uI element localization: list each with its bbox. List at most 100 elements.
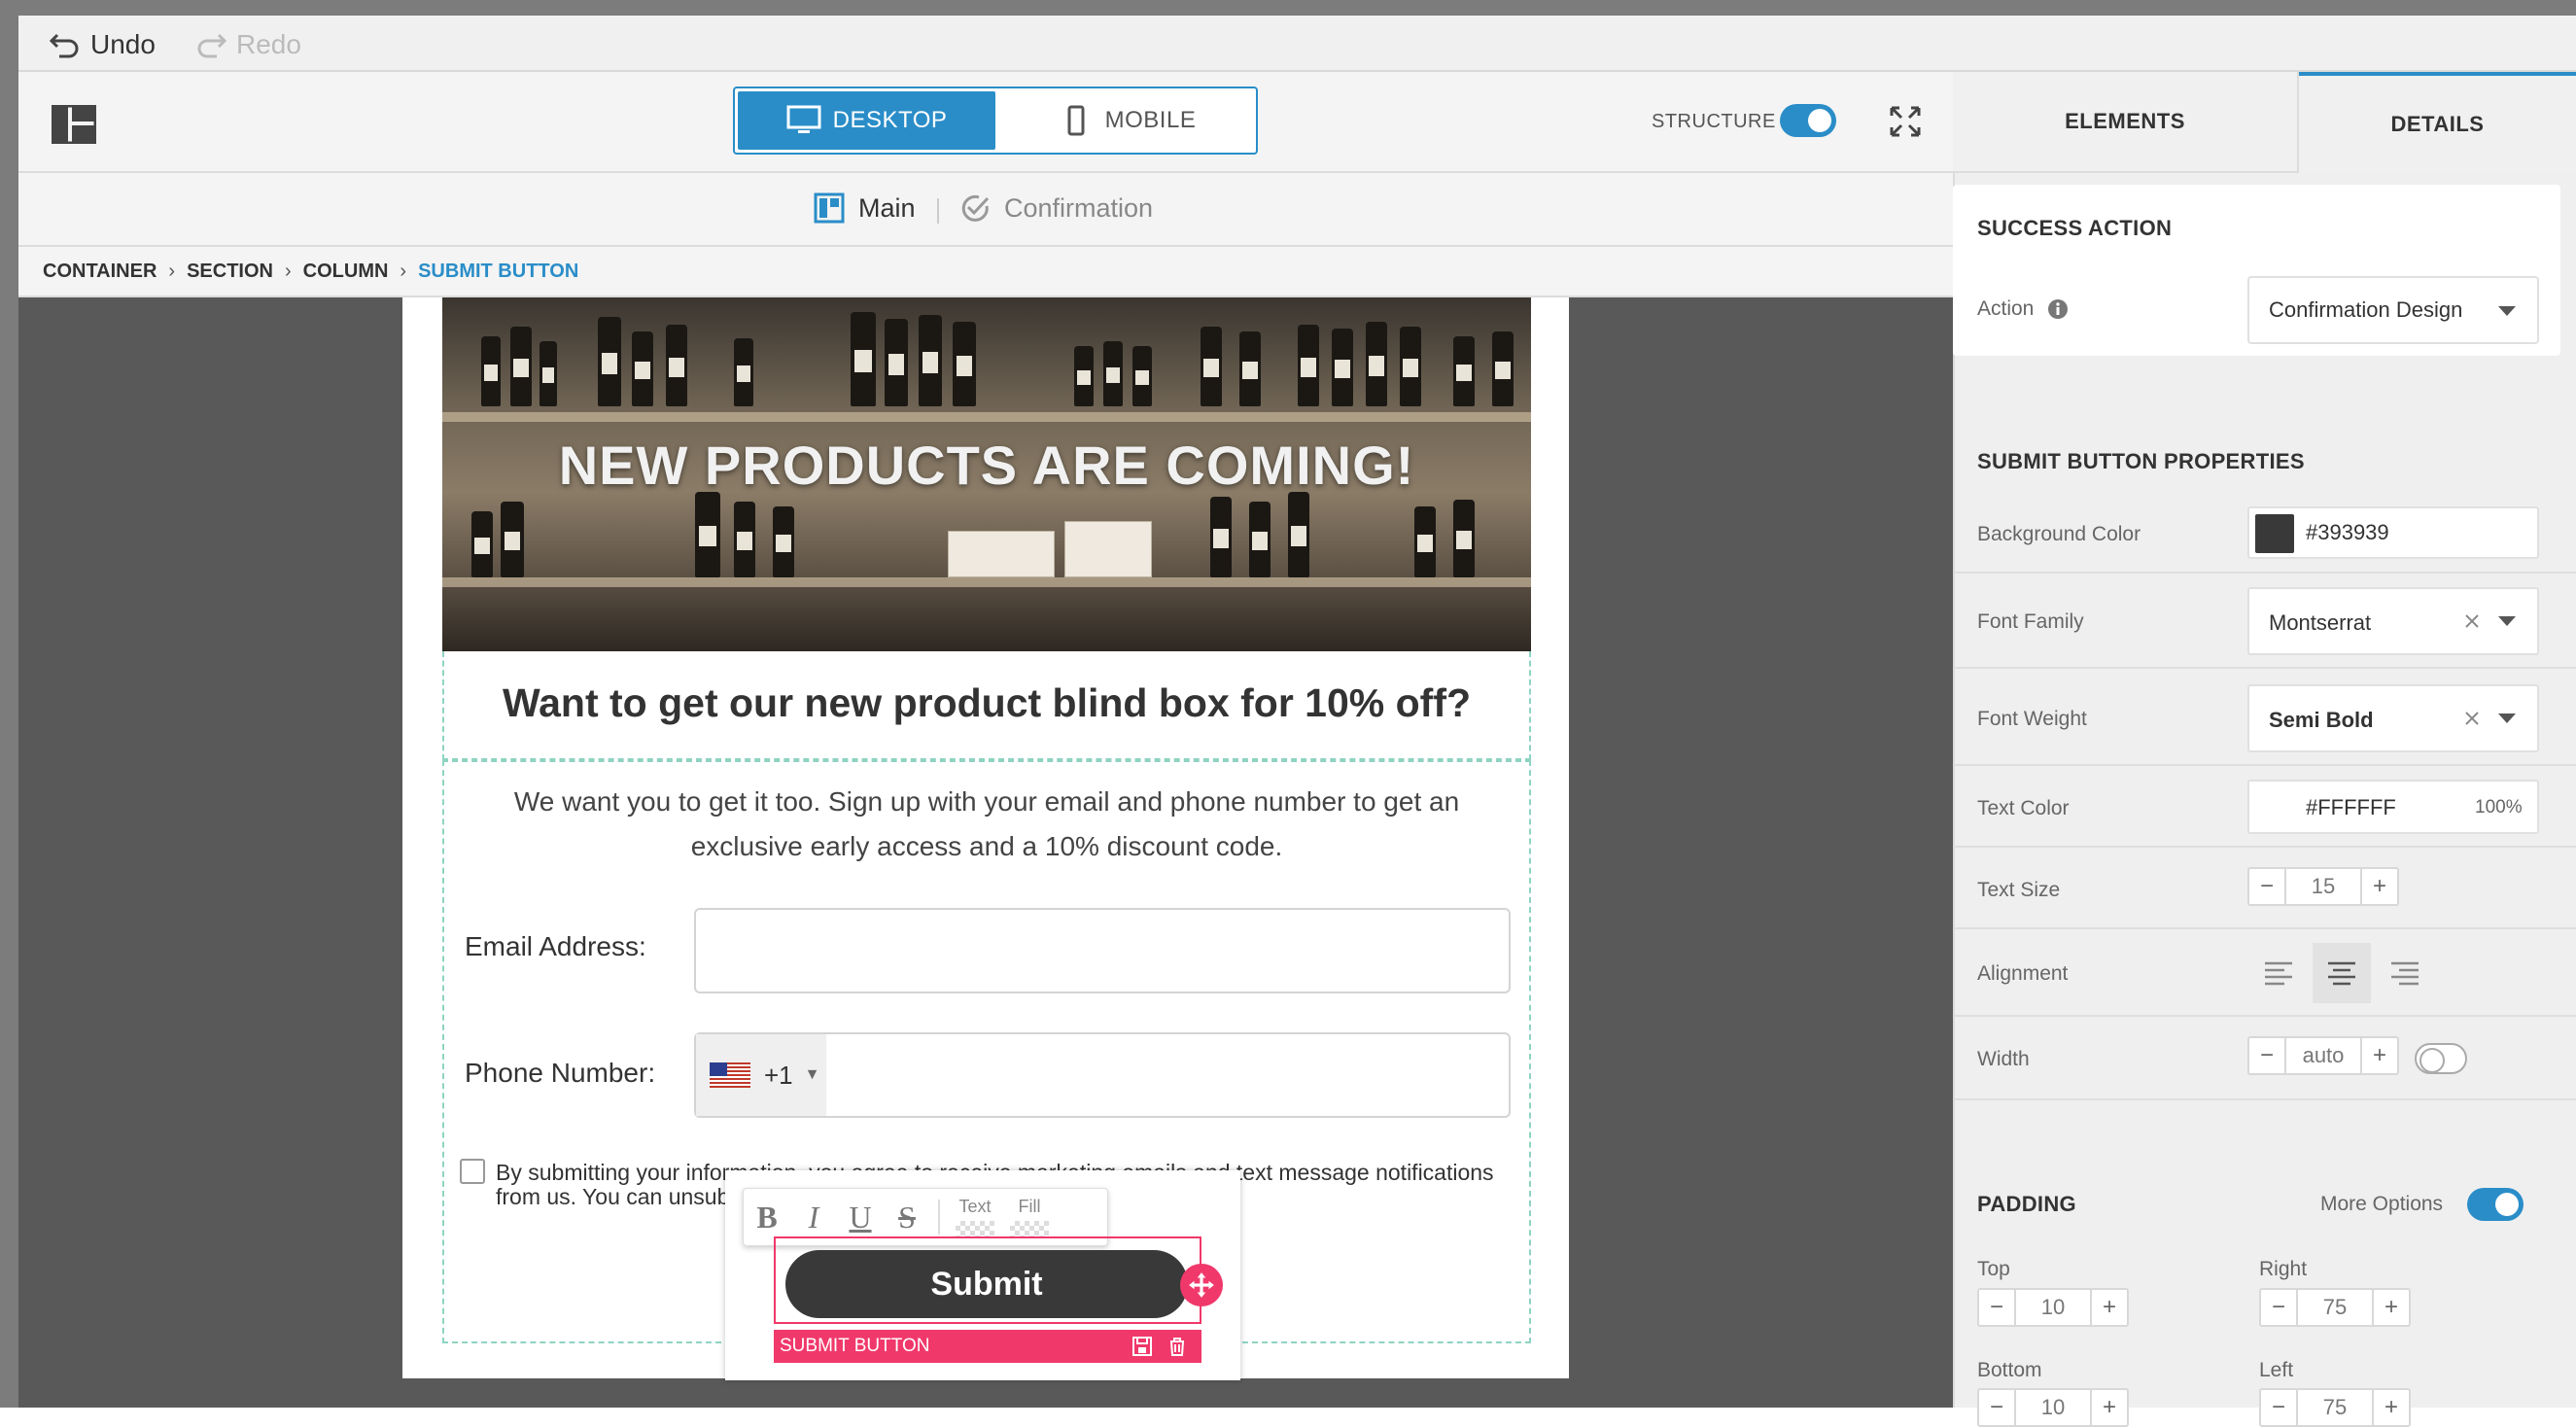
background-color-label: Background Color (1977, 523, 2141, 545)
decrement-button[interactable]: − (1979, 1290, 2014, 1325)
trash-icon[interactable] (1165, 1334, 1190, 1359)
hero-title: NEW PRODUCTS ARE COMING! (558, 435, 1415, 496)
width-row: Width − auto + (1953, 1017, 2576, 1100)
increment-button[interactable]: + (2374, 1390, 2409, 1425)
phone-label: Phone Number: (465, 1058, 656, 1088)
crumb-submit-button[interactable]: SUBMIT BUTTON (418, 261, 578, 283)
email-field[interactable] (694, 908, 1511, 993)
editor-toolbar: DESKTOP MOBILE STRUCTURE (18, 72, 1953, 173)
product-box (948, 531, 1055, 577)
crumb-section[interactable]: SECTION (187, 261, 273, 283)
product-box (1064, 521, 1152, 577)
bottle (510, 327, 532, 406)
font-family-label: Font Family (1977, 610, 2084, 633)
crumb-column[interactable]: COLUMN (303, 261, 389, 283)
font-weight-select[interactable]: Semi Bold (2247, 684, 2539, 752)
clear-icon[interactable] (2463, 612, 2481, 630)
font-weight-value: Semi Bold (2269, 708, 2374, 732)
submit-button[interactable]: Submit (785, 1250, 1188, 1318)
color-swatch[interactable] (2255, 514, 2294, 553)
color-swatch[interactable] (2255, 787, 2294, 826)
increment-button[interactable]: + (2092, 1390, 2127, 1425)
decrement-button[interactable]: − (2249, 1038, 2284, 1073)
alignment-label: Alignment (1977, 962, 2069, 985)
text-opacity-value: 100% (2475, 797, 2523, 818)
text-size-value[interactable]: 15 (2284, 869, 2362, 904)
tab-divider (937, 198, 939, 224)
move-handle[interactable] (1180, 1264, 1223, 1306)
align-right-button[interactable] (2376, 943, 2434, 1003)
clear-icon[interactable] (2463, 710, 2481, 727)
increment-button[interactable]: + (2362, 869, 2397, 904)
structure-toggle[interactable] (1780, 104, 1836, 137)
tab-elements[interactable]: ELEMENTS (1953, 72, 2299, 173)
bottle (1492, 331, 1514, 406)
action-select[interactable]: Confirmation Design (2247, 276, 2539, 344)
crumb-container[interactable]: CONTAINER (43, 261, 157, 283)
font-family-select[interactable]: Montserrat (2247, 587, 2539, 655)
bottle (1414, 506, 1436, 577)
consent-checkbox[interactable] (460, 1159, 485, 1184)
increment-button[interactable]: + (2362, 1038, 2397, 1073)
undo-icon (49, 33, 79, 58)
decrement-button[interactable]: − (1979, 1390, 2014, 1425)
align-center-button[interactable] (2313, 943, 2371, 1003)
text-color-input[interactable]: #FFFFFF 100% (2247, 780, 2539, 834)
bottle (1239, 331, 1261, 406)
bottle (471, 511, 493, 577)
decrement-button[interactable]: − (2261, 1290, 2296, 1325)
layout-icon[interactable] (52, 105, 96, 144)
check-circle-icon (961, 194, 990, 222)
caret-down-icon: ▼ (804, 1066, 820, 1083)
tab-confirmation-label: Confirmation (1004, 192, 1154, 223)
text-size-row: Text Size − 15 + (1953, 848, 2576, 929)
redo-button[interactable]: Redo (193, 25, 301, 64)
text-size-label: Text Size (1977, 879, 2061, 901)
fullscreen-icon[interactable] (1889, 105, 1922, 138)
background-color-input[interactable]: #393939 (2247, 506, 2539, 559)
redo-label: Redo (236, 29, 301, 59)
bottle (851, 312, 876, 406)
window-left-strip (0, 16, 18, 1408)
info-icon[interactable] (2047, 298, 2069, 320)
increment-button[interactable]: + (2374, 1290, 2409, 1325)
padding-right-value[interactable]: 75 (2296, 1290, 2374, 1325)
tab-main[interactable]: Main (814, 192, 916, 224)
bottle (540, 341, 557, 406)
bottle (501, 502, 524, 577)
padding-right-label: Right (2259, 1258, 2308, 1280)
text-size-stepper: − 15 + (2247, 867, 2399, 906)
padding-left-value[interactable]: 75 (2296, 1390, 2374, 1425)
tab-confirmation[interactable]: Confirmation (959, 192, 1153, 224)
decrement-button[interactable]: − (2249, 869, 2284, 904)
background-color-value: #393939 (2306, 520, 2389, 544)
mobile-button[interactable]: MOBILE (998, 88, 1256, 153)
bottle (1132, 346, 1152, 406)
us-flag-icon (710, 1062, 750, 1088)
undo-label: Undo (90, 29, 156, 59)
full-width-toggle[interactable] (2415, 1043, 2467, 1074)
tab-details[interactable]: DETAILS (2299, 72, 2576, 173)
bottle (481, 336, 501, 406)
padding-top-value[interactable]: 10 (2014, 1290, 2092, 1325)
move-icon (1189, 1272, 1214, 1298)
decrement-button[interactable]: − (2261, 1390, 2296, 1425)
form-headline: Want to get our new product blind box fo… (502, 680, 1472, 725)
caret-down-icon (2498, 714, 2516, 723)
action-select-value: Confirmation Design (2269, 297, 2463, 322)
increment-button[interactable]: + (2092, 1290, 2127, 1325)
width-value[interactable]: auto (2284, 1038, 2362, 1073)
bottle (1249, 502, 1271, 577)
caret-down-icon (2498, 306, 2516, 316)
desktop-button[interactable]: DESKTOP (738, 91, 995, 150)
bottle (1074, 346, 1094, 406)
more-options-toggle[interactable] (2467, 1188, 2524, 1221)
country-code-select[interactable]: +1 ▼ (696, 1034, 826, 1116)
bottle (1453, 500, 1475, 577)
page-tabs-bar: Main Confirmation (18, 173, 1953, 247)
save-icon[interactable] (1130, 1334, 1155, 1359)
align-left-button[interactable] (2249, 943, 2308, 1003)
padding-bottom-value[interactable]: 10 (2014, 1390, 2092, 1425)
text-color-label: Text Color (1977, 797, 2070, 819)
undo-button[interactable]: Undo (48, 25, 156, 64)
